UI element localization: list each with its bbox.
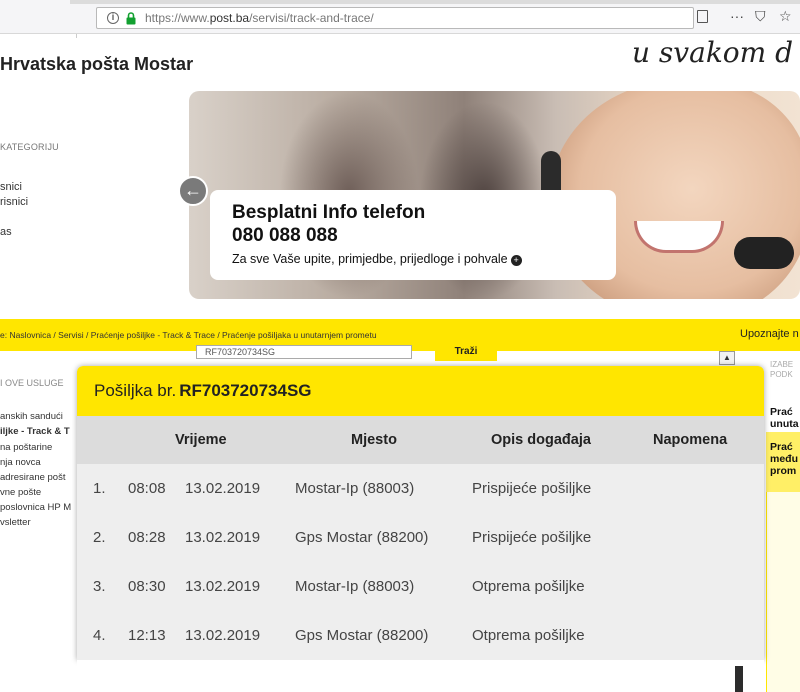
row-event: Otprema pošiljke	[472, 578, 585, 595]
service-link[interactable]: vsletter	[0, 517, 31, 528]
row-place: Mostar-Ip (88003)	[295, 578, 415, 595]
service-link[interactable]: na poštarine	[0, 442, 52, 453]
right-heading-line: IZABE	[770, 360, 794, 369]
microphone-icon	[734, 237, 794, 269]
breadcrumb-home-link[interactable]: Naslovnica	[9, 330, 51, 340]
shipment-title: Pošiljka br. RF703720734SG	[94, 381, 312, 401]
bookmark-star-icon[interactable]: ☆	[779, 8, 792, 25]
column-header-time: Vrijeme	[175, 432, 227, 448]
category-item[interactable]: as	[0, 226, 12, 238]
reader-view-icon[interactable]	[697, 10, 708, 23]
breadcrumb-path[interactable]: / Servisi / Praćenje pošiljke - Track & …	[53, 330, 376, 340]
scrollbar-thumb[interactable]	[735, 666, 743, 692]
right-sidebar-item[interactable]: Prać unuta	[770, 406, 799, 430]
right-item-line: unuta	[770, 418, 799, 430]
category-item[interactable]: snici	[0, 181, 22, 193]
tab-strip	[70, 0, 800, 4]
url-domain: post.ba	[209, 11, 250, 25]
row-place: Gps Mostar (88200)	[295, 627, 429, 644]
service-link[interactable]: adresirane pošt	[0, 472, 65, 483]
scroll-up-arrow-icon[interactable]: ▲	[719, 351, 735, 365]
services-heading: I OVE USLUGE	[0, 378, 64, 388]
browser-toolbar: i https://www.post.ba/servisi/track-and-…	[0, 0, 800, 34]
about-link[interactable]: Upoznajte n	[740, 328, 799, 340]
tracking-result-popup: Pošiljka br. RF703720734SG Vrijeme Mjesto…	[77, 366, 764, 660]
banner-subtitle[interactable]: Za sve Vaše upite, primjedbe, prijedloge…	[232, 252, 522, 266]
column-header-event: Opis događaja	[491, 432, 591, 448]
table-row: 2. 08:28 13.02.2019 Gps Mostar (88200) P…	[77, 514, 764, 563]
tracking-search-input[interactable]: RF703720734SG	[196, 345, 412, 359]
row-time: 12:13	[128, 627, 166, 644]
info-icon[interactable]: i	[107, 12, 119, 24]
banner-subtitle-text: Za sve Vaše upite, primjedbe, prijedloge…	[232, 252, 508, 266]
service-link[interactable]: anskih sandući	[0, 411, 63, 422]
right-item-line: prom	[770, 465, 797, 477]
breadcrumb-prefix: e:	[0, 330, 8, 340]
slogan-logo: u svakom d	[632, 36, 794, 69]
service-link[interactable]: nja novca	[0, 457, 41, 468]
row-place: Mostar-Ip (88003)	[295, 480, 415, 497]
right-item-line: Prać	[770, 406, 793, 418]
row-event: Prispijeće pošiljke	[472, 529, 592, 546]
table-header-row: Vrijeme Mjesto Opis događaja Napomena	[77, 416, 764, 464]
banner-phone: 080 088 088	[232, 225, 338, 246]
category-item[interactable]: risnici	[0, 196, 28, 208]
service-link[interactable]: iljke - Track & T	[0, 426, 70, 437]
column-header-place: Mjesto	[351, 432, 397, 448]
table-row: 1. 08:08 13.02.2019 Mostar-Ip (88003) Pr…	[77, 465, 764, 514]
banner-info-box: Besplatni Info telefon 080 088 088 Za sv…	[210, 190, 616, 280]
row-index: 3.	[93, 578, 106, 595]
popup-header: Pošiljka br. RF703720734SG	[77, 366, 764, 416]
plus-circle-icon[interactable]: +	[510, 255, 522, 266]
breadcrumb: e: Naslovnica / Servisi / Praćenje pošil…	[0, 330, 377, 340]
row-time: 08:28	[128, 529, 166, 546]
row-place: Gps Mostar (88200)	[295, 529, 429, 546]
row-date: 13.02.2019	[185, 627, 261, 644]
service-link[interactable]: poslovnica HP M	[0, 502, 71, 513]
site-title[interactable]: Hrvatska pošta Mostar	[0, 54, 193, 75]
table-row: 4. 12:13 13.02.2019 Gps Mostar (88200) O…	[77, 612, 764, 660]
pocket-icon[interactable]: ⛉	[755, 8, 766, 25]
row-index: 2.	[93, 529, 106, 546]
url-prefix: https://www.	[145, 11, 210, 25]
category-heading: KATEGORIJU	[0, 142, 59, 152]
row-time: 08:08	[128, 480, 166, 497]
shipment-number: RF703720734SG	[179, 381, 312, 400]
table-row: 3. 08:30 13.02.2019 Mostar-Ip (88003) Ot…	[77, 563, 764, 612]
right-item-line: Prać	[770, 441, 793, 453]
banner-prev-arrow-icon[interactable]: ←	[178, 176, 208, 206]
row-date: 13.02.2019	[185, 578, 261, 595]
url-path: /servisi/track-and-trace/	[249, 11, 374, 25]
search-button[interactable]: Traži	[435, 345, 497, 361]
row-date: 13.02.2019	[185, 529, 261, 546]
right-heading-line: PODK	[770, 370, 793, 379]
right-sidebar-heading: IZABE PODK	[770, 360, 793, 380]
row-event: Otprema pošiljke	[472, 627, 585, 644]
banner-title: Besplatni Info telefon	[232, 202, 426, 223]
row-index: 1.	[93, 480, 106, 497]
right-sidebar-item[interactable]: Prać među prom	[770, 441, 798, 477]
url-text[interactable]: https://www.post.ba/servisi/track-and-tr…	[145, 11, 374, 25]
service-link[interactable]: vne pošte	[0, 487, 41, 498]
row-event: Prispijeće pošiljke	[472, 480, 592, 497]
right-item-line: među	[770, 453, 799, 465]
address-bar[interactable]: i https://www.post.ba/servisi/track-and-…	[96, 7, 694, 29]
page-bottom	[77, 660, 764, 692]
more-actions-icon[interactable]: ···	[730, 8, 744, 24]
row-index: 4.	[93, 627, 106, 644]
row-date: 13.02.2019	[185, 480, 261, 497]
row-time: 08:30	[128, 578, 166, 595]
right-sidebar-panel	[766, 492, 800, 692]
column-header-note: Napomena	[653, 432, 728, 448]
lock-icon	[126, 12, 136, 25]
shipment-label: Pošiljka br.	[94, 381, 177, 400]
window-divider	[76, 34, 77, 38]
